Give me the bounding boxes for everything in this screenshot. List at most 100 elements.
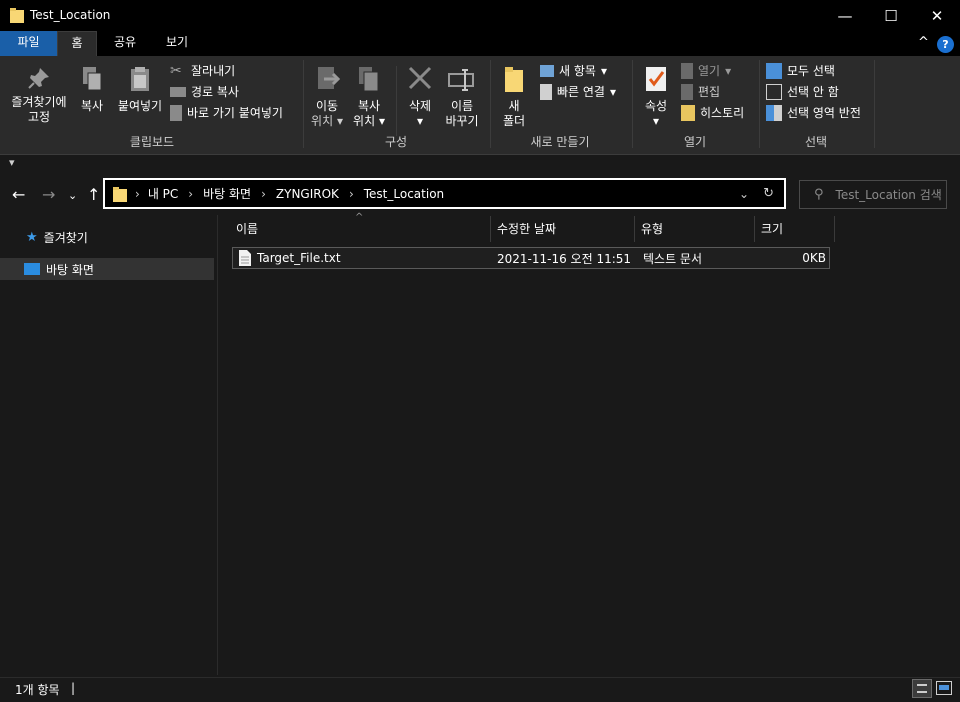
column-header-type[interactable]: 유형 [635,216,755,242]
refresh-icon[interactable]: ↻ [763,186,774,201]
tab-share[interactable]: 공유 [103,31,147,56]
column-header-date[interactable]: 수정한 날짜 [491,216,635,242]
copy-icon [83,67,102,91]
new-item-icon [540,64,554,77]
cut-button[interactable]: ✂ 잘라내기 [170,60,283,81]
item-count: 1개 항목 [15,683,60,697]
organize-group-label: 구성 [384,135,408,149]
tab-file[interactable]: 파일 [0,31,57,56]
delete-label: 삭제 [408,99,432,113]
address-bar[interactable]: › 내 PC › 바탕 화면 › ZYNGIROK › Test_Locatio… [103,178,786,209]
easy-access-button[interactable]: 빠른 연결 ▾ [540,81,616,102]
new-item-button[interactable]: 새 항목 ▾ [540,60,616,81]
rename-icon [448,69,474,91]
status-bar [0,677,960,702]
column-header-size[interactable]: 크기 [755,216,835,242]
properties-label: 속성 [644,99,668,113]
new-group-label: 새로 만들기 [530,135,590,149]
open-icon [681,62,693,79]
history-button[interactable]: 히스토리 [681,102,744,123]
new-item-dropdown-icon: ▾ [600,63,607,78]
recent-locations-button[interactable]: ⌄ [68,189,77,202]
open-label: 열기 [698,64,721,78]
select-none-button[interactable]: 선택 안 함 [766,81,861,102]
breadcrumb-chevron-icon: › [261,186,266,201]
paste-icon [131,67,149,91]
open-group-label: 열기 [683,135,707,149]
history-icon [681,104,695,121]
tab-home[interactable]: 홈 [57,31,97,56]
properties-dropdown-arrow[interactable]: ▾ [638,114,674,129]
properties-button[interactable]: 속성 ▾ [638,62,674,129]
paste-shortcut-icon [170,104,182,121]
maximize-button[interactable]: ☐ [868,0,914,31]
breadcrumb-test-location[interactable]: Test_Location [364,187,444,201]
copy-path-label: 경로 복사 [191,85,239,99]
collapse-ribbon-button[interactable]: ^ [918,35,929,50]
delete-button[interactable]: 삭제 ▾ [402,62,438,129]
pin-label-2: 고정 [27,110,51,124]
copy-button[interactable]: 복사 [76,62,108,114]
customize-toolbar-icon[interactable]: ▾ [9,156,15,169]
group-divider [303,60,304,148]
select-all-label: 모두 선택 [787,64,835,78]
up-button[interactable]: ↑ [87,185,100,204]
move-to-label-2: 위치 ▾ [311,114,343,128]
close-button[interactable]: ✕ [914,0,960,31]
minimize-button[interactable]: — [822,0,868,31]
delete-dropdown-arrow[interactable]: ▾ [402,114,438,129]
open-button[interactable]: 열기 ▾ [681,60,744,81]
clipboard-group-label: 클립보드 [129,135,175,149]
breadcrumb-desktop[interactable]: 바탕 화면 [203,185,251,202]
open-dropdown-icon: ▾ [725,63,732,78]
quick-access-toolbar [0,155,960,175]
delete-icon [408,66,432,90]
nav-quick-access-label: 즐겨찾기 [43,230,88,245]
breadcrumb-zyngirok[interactable]: ZYNGIROK [276,187,339,201]
tab-view[interactable]: 보기 [152,31,202,56]
organize-divider [396,66,397,136]
easy-access-dropdown-icon: ▾ [609,84,617,99]
star-icon: ★ [26,229,38,245]
copy-path-icon [170,86,186,97]
copy-to-icon [359,67,379,92]
details-view-icon [917,684,927,693]
edit-button[interactable]: 편집 [681,81,744,102]
search-box[interactable]: ⚲ Test_Location 검색 [799,180,947,209]
help-button[interactable]: ? [937,36,954,53]
paste-shortcut-button[interactable]: 바로 가기 붙여넣기 [170,102,283,123]
breadcrumb-chevron-icon: › [348,186,354,201]
breadcrumb-my-pc[interactable]: 내 PC [148,185,178,202]
select-none-icon [766,83,782,100]
search-placeholder[interactable]: Test_Location 검색 [836,186,942,203]
address-dropdown-icon[interactable]: ⌄ [739,187,749,201]
back-button[interactable]: ← [12,185,25,204]
nav-item-quick-access[interactable]: ★ 즐겨찾기 [0,226,214,248]
pin-icon [28,68,49,89]
copy-path-button[interactable]: 경로 복사 [170,81,283,102]
forward-button[interactable]: → [42,185,55,204]
new-folder-icon [505,67,523,92]
column-header-name[interactable]: 이름 [230,216,491,242]
select-all-icon [766,62,782,79]
nav-item-desktop[interactable]: 바탕 화면 [0,258,214,280]
edit-label: 편집 [698,85,721,99]
move-to-button[interactable]: 이동 위치 ▾ [308,62,346,129]
select-all-button[interactable]: 모두 선택 [766,60,861,81]
file-size: 0KB [802,251,826,265]
details-view-button[interactable] [912,679,932,698]
paste-button[interactable]: 붙여넣기 [114,62,166,114]
file-row[interactable]: Target_File.txt 2021-11-16 오전 11:51 텍스트 … [232,247,830,269]
breadcrumb-chevron-icon: › [135,186,140,201]
rename-button[interactable]: 이름 바꾸기 [442,62,482,129]
pin-to-quick-access-button[interactable]: 즐겨찾기에 고정 [6,62,72,125]
invert-selection-button[interactable]: 선택 영역 반전 [766,102,861,123]
move-to-label-1: 이동 [315,99,339,113]
new-folder-button[interactable]: 새 폴더 [496,62,532,129]
scissors-icon: ✂ [170,62,182,79]
copy-to-button[interactable]: 복사 위치 ▾ [350,62,388,129]
large-icons-view-button[interactable] [936,681,952,695]
easy-access-icon [540,83,552,100]
folder-icon [113,186,127,202]
window-title: Test_Location [30,8,111,22]
